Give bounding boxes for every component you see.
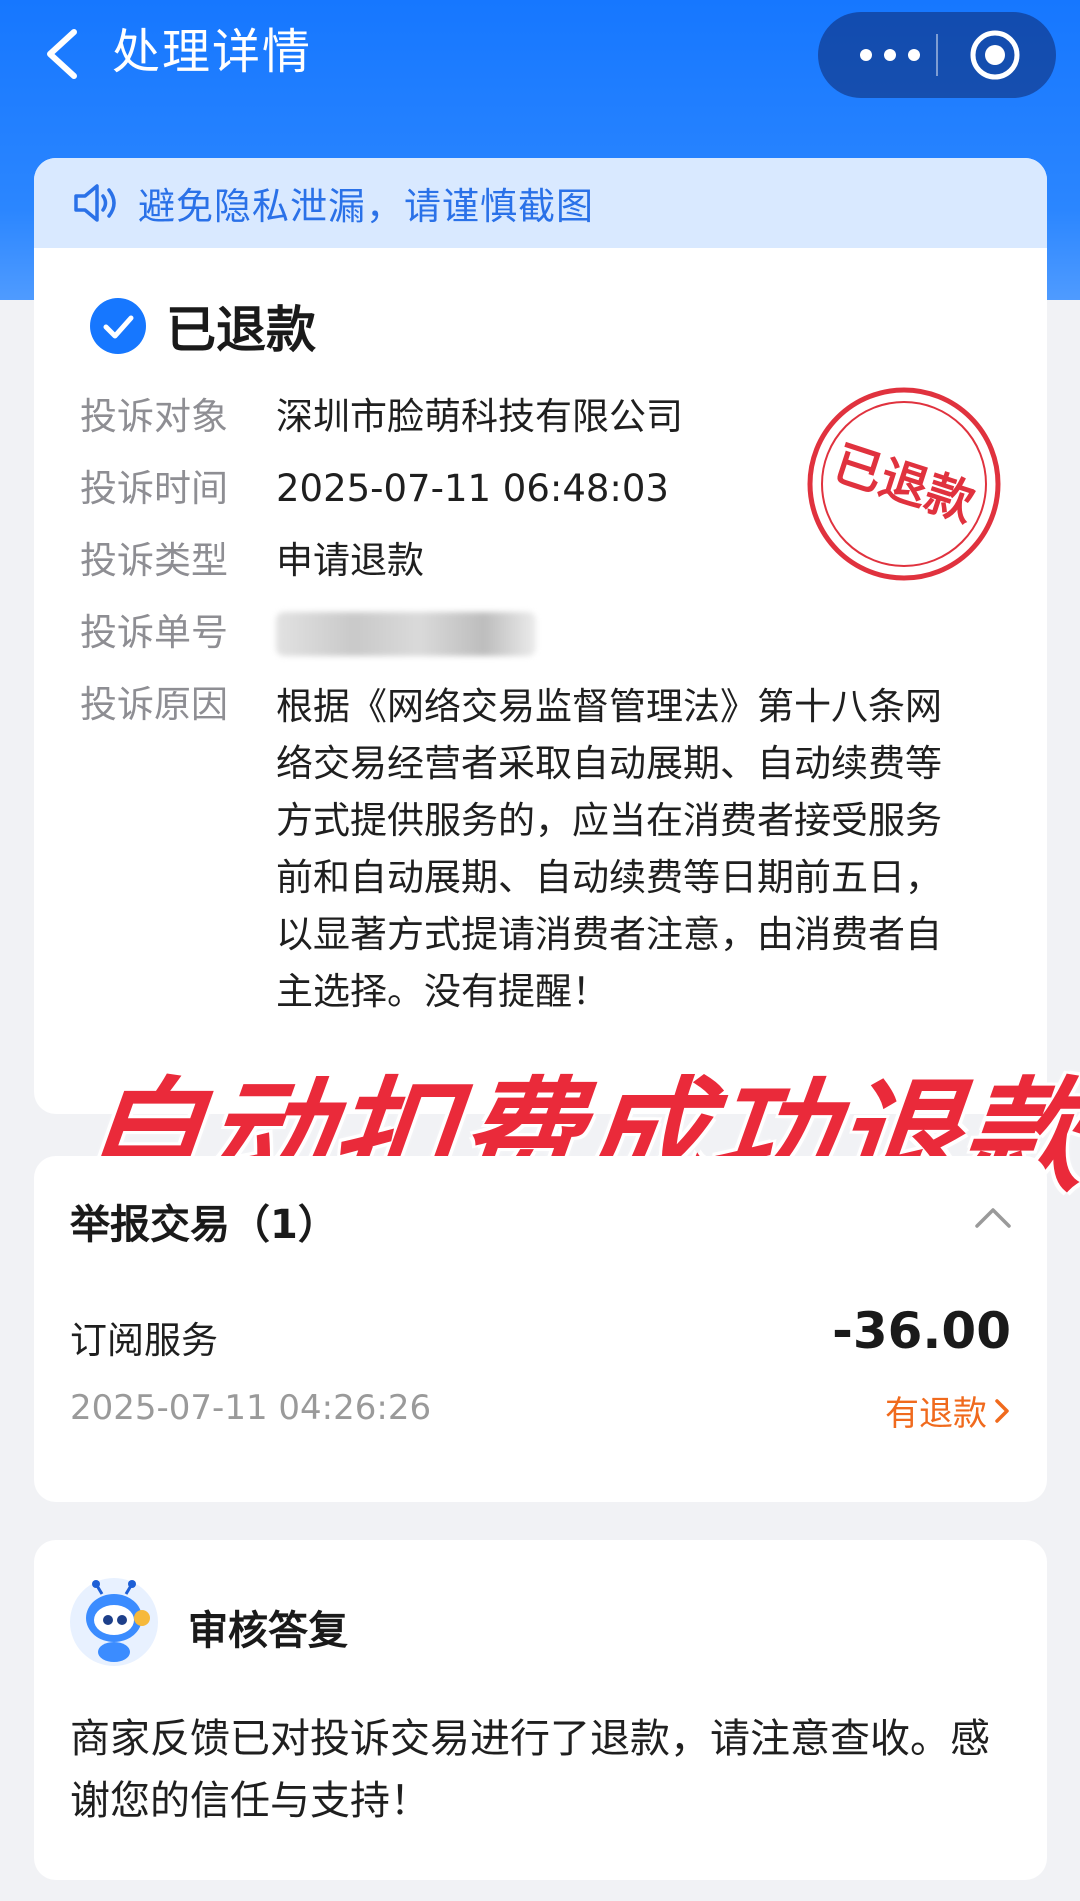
reported-trade-card: 举报交易（1） 订阅服务 -36.00 2025-07-11 04:26:26 …	[34, 1156, 1047, 1502]
info-label: 投诉对象	[80, 395, 228, 438]
status-text: 已退款	[166, 301, 316, 359]
trade-section-title: 举报交易（1）	[70, 1202, 338, 1248]
robot-avatar-icon	[70, 1578, 158, 1666]
complaint-time-value: 2025-07-11 06:48:03	[276, 467, 669, 510]
trade-amount: -36.00	[832, 1302, 1011, 1360]
chevron-left-icon[interactable]	[36, 24, 92, 84]
reply-title: 审核答复	[188, 1608, 348, 1654]
complaint-reason-value: 根据《网络交易监督管理法》第十八条网络交易经营者采取自动展期、自动续费等方式提供…	[276, 685, 942, 1013]
refund-status-link[interactable]: 有退款	[885, 1386, 1011, 1435]
status-row: 已退款	[88, 290, 316, 362]
info-row-reason: 投诉原因 根据《网络交易监督管理法》第十八条网络交易经营者采取自动展期、自动续费…	[80, 678, 1000, 1020]
privacy-notice-text: 避免隐私泄漏，请谨慎截图	[138, 185, 594, 228]
stamp-text: 已退款	[827, 435, 981, 533]
complaint-detail-card: 避免隐私泄漏，请谨慎截图 已退款 投诉对象 深圳市脸萌科技有限公司 投诉时间 2…	[34, 158, 1047, 1114]
reply-text: 商家反馈已对投诉交易进行了退款，请注意查收。感谢您的信任与支持！	[70, 1716, 990, 1824]
masked-complaint-number	[276, 612, 536, 656]
info-row-number: 投诉单号	[80, 606, 1000, 660]
speaker-icon	[74, 184, 116, 222]
page-title: 处理详情	[112, 24, 313, 80]
complaint-type-value: 申请退款	[276, 539, 424, 582]
target-circle-icon[interactable]	[968, 28, 1022, 82]
info-label: 投诉时间	[80, 467, 228, 510]
refund-link-label: 有退款	[885, 1394, 987, 1434]
privacy-notice-banner: 避免隐私泄漏，请谨慎截图	[34, 158, 1047, 248]
complaint-target-value: 深圳市脸萌科技有限公司	[276, 395, 683, 438]
trade-time: 2025-07-11 04:26:26	[70, 1388, 432, 1428]
navigation-bar: 处理详情	[0, 0, 1080, 115]
info-label: 投诉原因	[80, 683, 228, 726]
refunded-stamp: 已退款	[807, 387, 1001, 581]
info-label: 投诉单号	[80, 611, 228, 654]
chevron-right-icon	[995, 1398, 1009, 1423]
mini-program-capsule	[818, 12, 1056, 98]
chevron-up-icon[interactable]	[974, 1204, 1012, 1230]
trade-item-name: 订阅服务	[70, 1319, 218, 1362]
more-dots-icon[interactable]	[856, 40, 924, 70]
review-reply-card: 审核答复 商家反馈已对投诉交易进行了退款，请注意查收。感谢您的信任与支持！	[34, 1540, 1047, 1880]
check-circle-icon	[90, 298, 146, 354]
info-label: 投诉类型	[80, 539, 228, 582]
capsule-divider	[936, 34, 938, 76]
